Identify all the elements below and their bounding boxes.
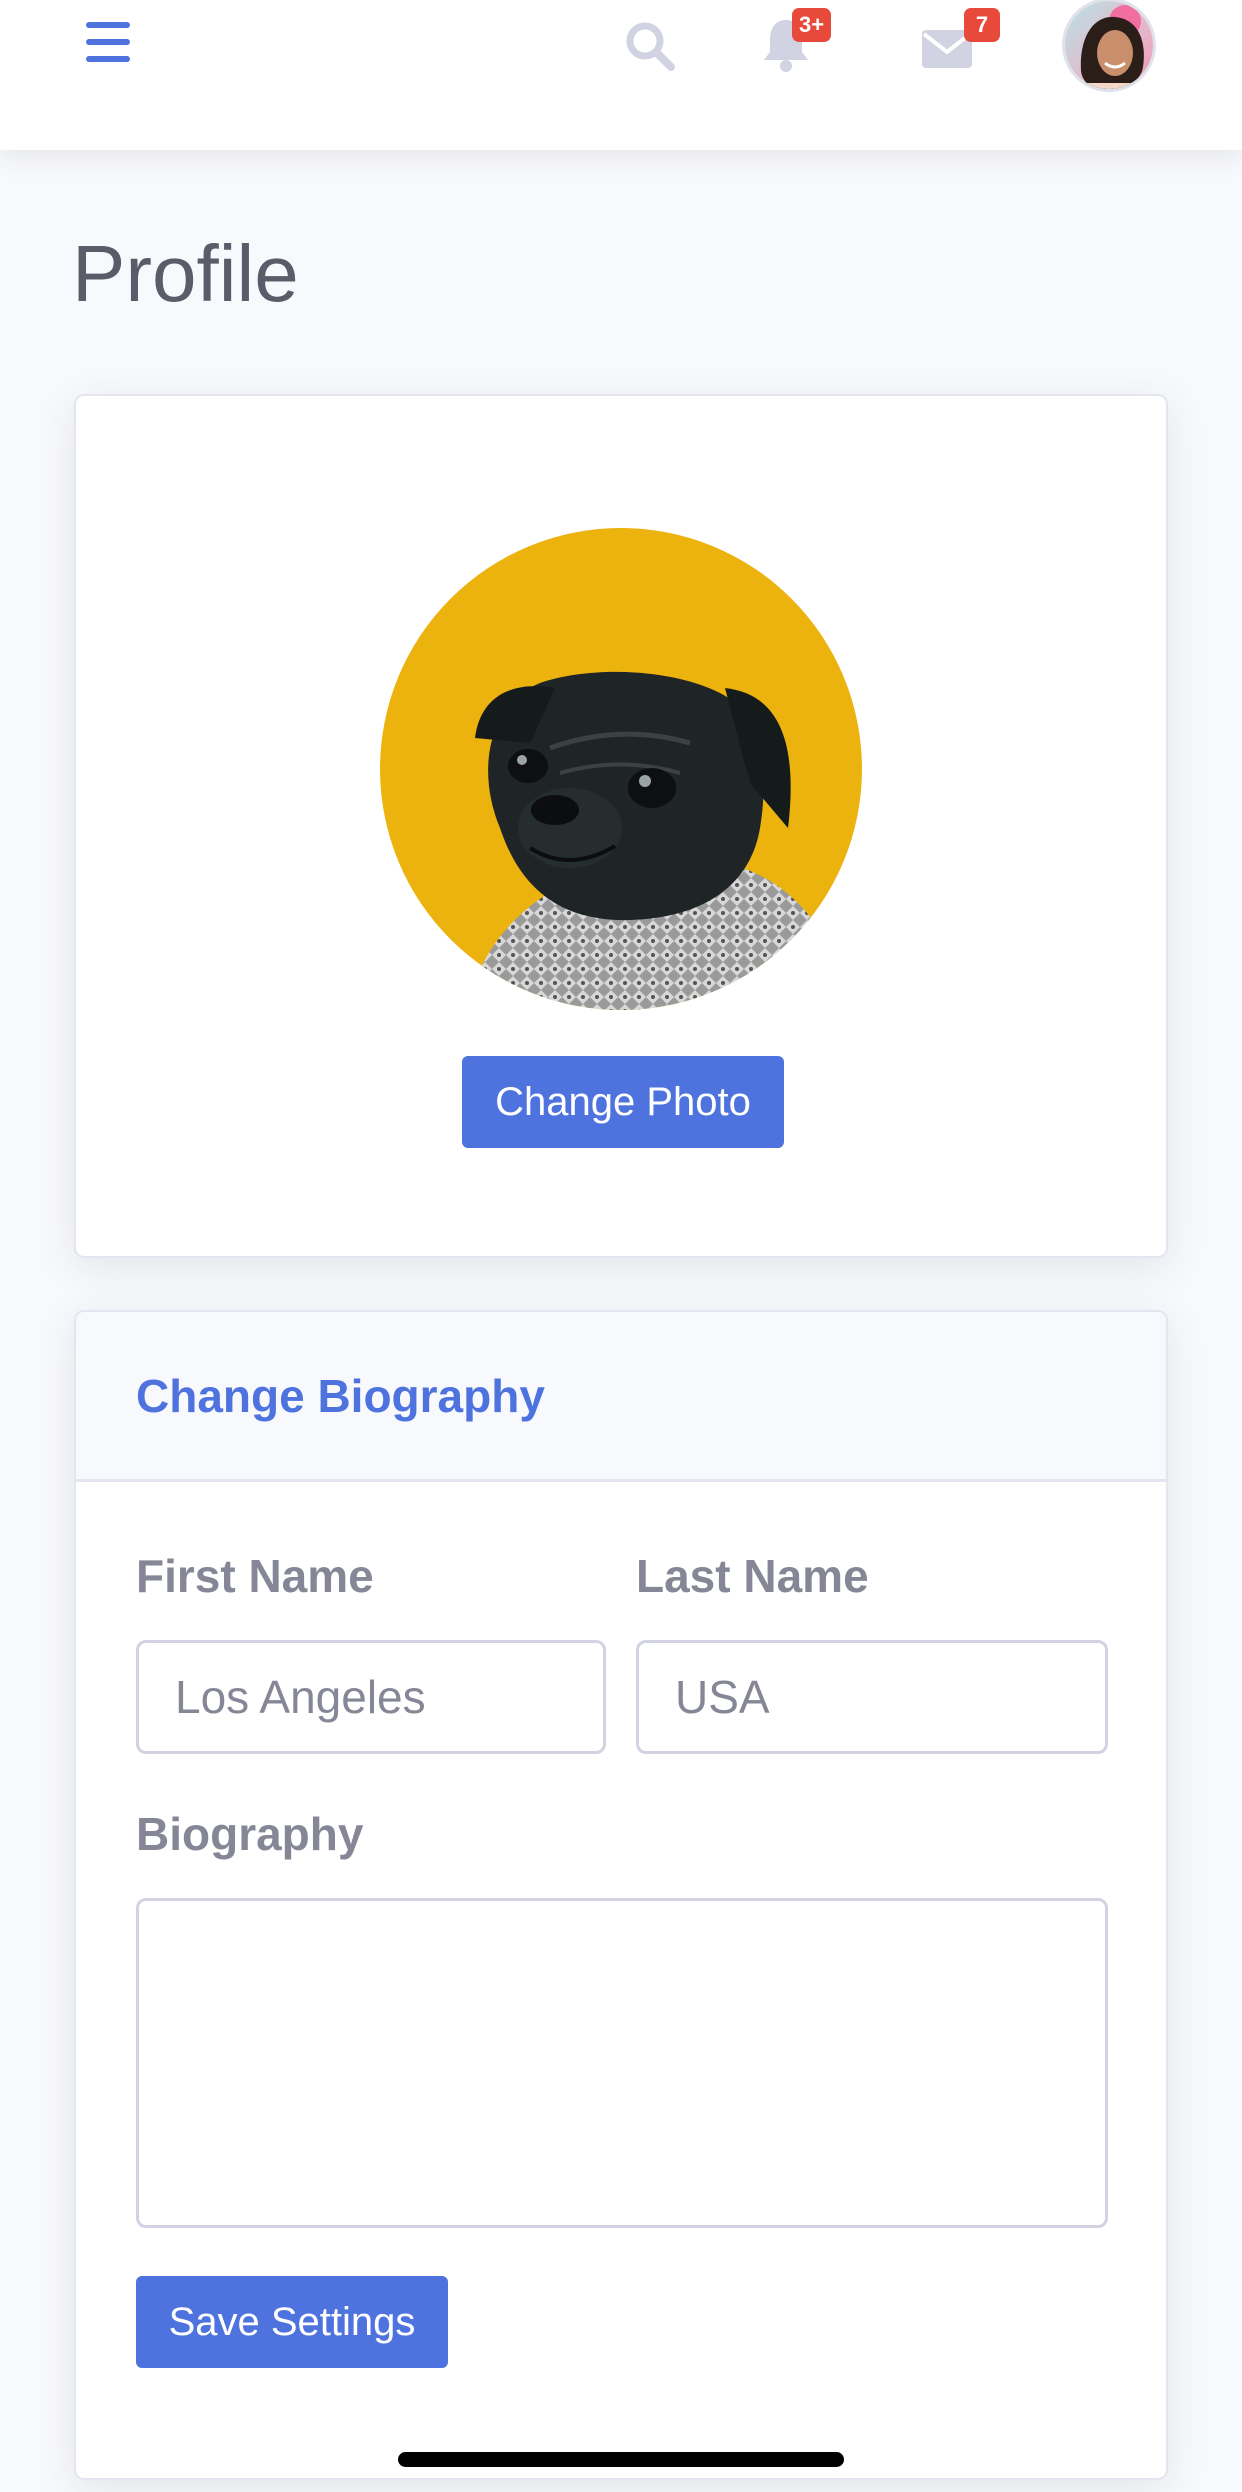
alerts-button[interactable]: 3+ [762, 8, 832, 74]
alerts-count-badge: 3+ [792, 8, 832, 42]
change-photo-button[interactable]: Change Photo [462, 1056, 784, 1148]
hamburger-menu-icon[interactable] [86, 22, 130, 62]
first-name-input[interactable] [136, 1640, 606, 1754]
topbar: 3+ 7 [0, 0, 1242, 150]
biography-label: Biography [136, 1808, 364, 1860]
messages-count-badge: 7 [964, 8, 1000, 42]
user-avatar[interactable] [1062, 0, 1156, 92]
last-name-input[interactable] [636, 1640, 1108, 1754]
first-name-label: First Name [136, 1550, 374, 1602]
card-title: Change Biography [136, 1370, 545, 1422]
save-settings-button[interactable]: Save Settings [136, 2276, 448, 2368]
search-icon[interactable] [624, 20, 676, 72]
page-title: Profile [72, 229, 299, 318]
home-indicator [398, 2452, 844, 2467]
biography-textarea[interactable] [136, 1898, 1108, 2228]
messages-button[interactable]: 7 [920, 8, 1006, 70]
last-name-label: Last Name [636, 1550, 869, 1602]
change-biography-card: Change Biography First Name Last Name Bi… [74, 1310, 1168, 2480]
profile-photo-card: Change Photo [74, 394, 1168, 1258]
card-header: Change Biography [76, 1312, 1166, 1482]
profile-photo [380, 528, 862, 1010]
